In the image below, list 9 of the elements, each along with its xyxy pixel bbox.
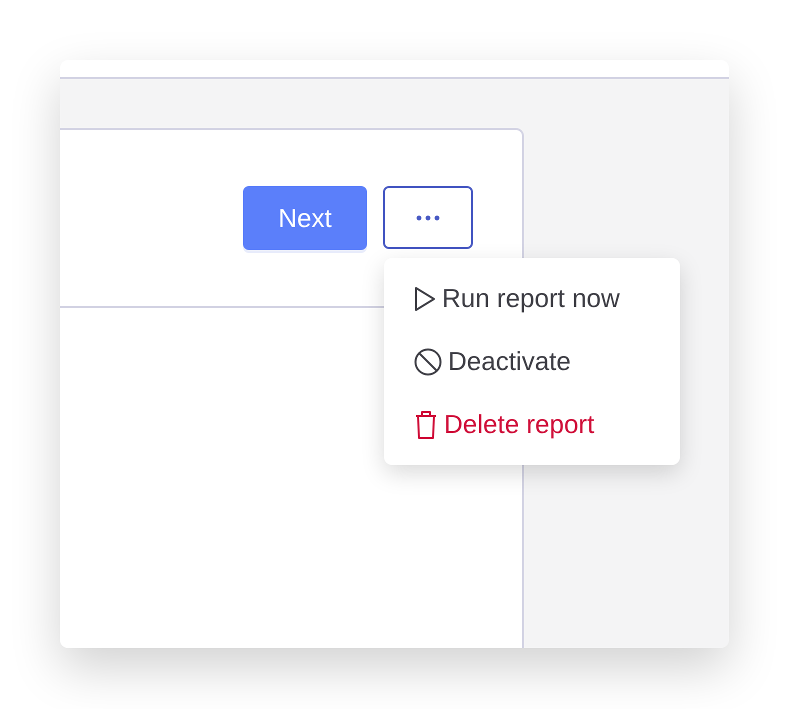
ellipsis-icon: [416, 214, 440, 220]
prohibited-icon: [414, 348, 442, 376]
play-icon: [414, 286, 436, 312]
menu-item[interactable]: Deactivate: [414, 342, 680, 381]
next-button[interactable]: Next: [243, 186, 367, 250]
more-button[interactable]: [383, 186, 473, 249]
menu-item[interactable]: Run report now: [414, 279, 680, 318]
trash-icon: [414, 410, 438, 440]
menu-item[interactable]: Delete report: [414, 405, 680, 444]
